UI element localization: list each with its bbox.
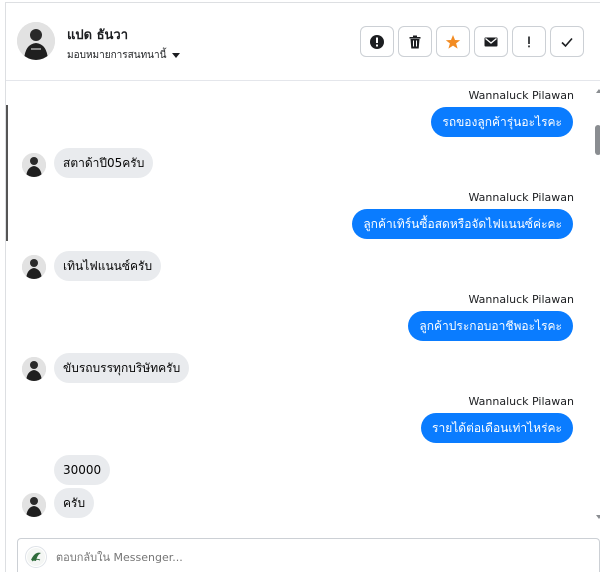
mark-unread-button[interactable] [474, 26, 508, 57]
scroll-up-arrow-icon[interactable] [596, 89, 600, 93]
mark-done-button[interactable] [550, 26, 584, 57]
sender-name: Wannaluck Pilawan [468, 293, 575, 306]
assign-conversation-dropdown[interactable]: มอบหมายการสนทนานี้ [67, 48, 181, 63]
header-actions [360, 26, 584, 57]
outgoing-message-bubble[interactable]: รถของลูกค้ารุ่นอะไรคะ [431, 107, 573, 137]
scrollbar[interactable] [595, 83, 600, 528]
incoming-message-bubble[interactable]: สตาด้าปี05ครับ [54, 148, 154, 178]
star-icon [445, 34, 461, 49]
assign-label: มอบหมายการสนทนานี้ [67, 50, 167, 61]
reply-input[interactable] [56, 551, 576, 564]
reply-composer [17, 538, 600, 572]
message-list[interactable]: Wannaluck Pilawan รถของลูกค้ารุ่นอะไรคะ … [6, 83, 594, 533]
checkmark-icon [561, 37, 573, 47]
exclamation-icon [528, 36, 530, 47]
sender-name: Wannaluck Pilawan [468, 89, 575, 102]
conversation-panel: แปด ธันวา มอบหมายการสนทนานี้ Wannaluck P… [5, 2, 600, 572]
avatar[interactable] [17, 22, 55, 60]
sender-name: Wannaluck Pilawan [468, 191, 575, 204]
page-avatar [25, 546, 47, 568]
avatar[interactable] [22, 153, 46, 177]
contact-name[interactable]: แปด ธันวา [67, 24, 128, 45]
sender-name: Wannaluck Pilawan [468, 395, 575, 408]
alert-circle-icon [370, 34, 384, 49]
outgoing-message-bubble[interactable]: รายได้ต่อเดือนเท่าไหร่คะ [421, 413, 573, 443]
mark-spam-button[interactable] [360, 26, 394, 57]
incoming-message-bubble[interactable]: 30000 [54, 455, 111, 485]
chevron-down-icon [172, 53, 181, 58]
scrollbar-thumb[interactable] [595, 125, 600, 155]
star-button[interactable] [436, 26, 470, 57]
avatar[interactable] [22, 255, 46, 279]
follow-up-button[interactable] [512, 26, 546, 57]
avatar[interactable] [22, 493, 46, 517]
outgoing-message-bubble[interactable]: ลูกค้าประกอบอาชีพอะไรคะ [408, 311, 573, 341]
conversation-header: แปด ธันวา มอบหมายการสนทนานี้ [6, 3, 600, 81]
incoming-message-bubble[interactable]: เทินไฟแนนซ์ครับ [54, 251, 162, 281]
avatar[interactable] [22, 357, 46, 381]
incoming-message-bubble[interactable]: ครับ [54, 488, 95, 518]
envelope-icon [484, 37, 498, 46]
scroll-down-arrow-icon[interactable] [596, 515, 600, 519]
incoming-message-bubble[interactable]: ขับรถบรรทุกบริษัทครับ [54, 353, 190, 383]
delete-button[interactable] [398, 26, 432, 57]
trash-icon [409, 35, 421, 48]
outgoing-message-bubble[interactable]: ลูกค้าเทิร์นซื้อสดหรือจัดไฟแนนซ์ค่ะคะ [352, 209, 573, 239]
